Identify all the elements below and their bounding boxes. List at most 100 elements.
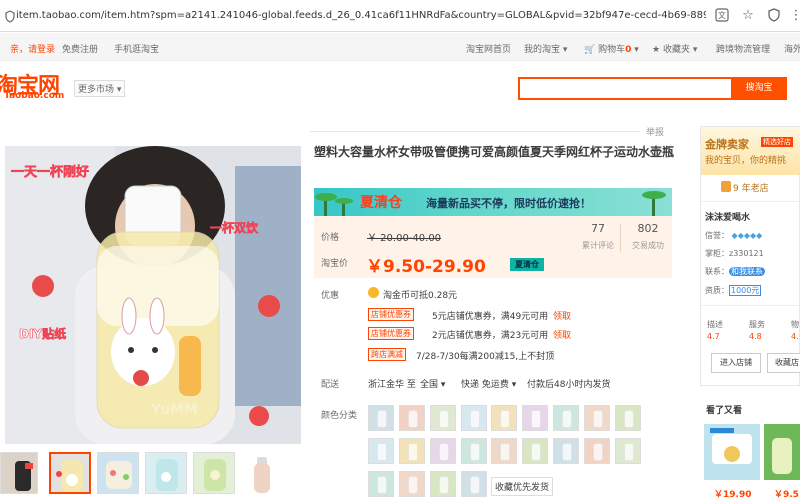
swatch-bottle-shape bbox=[470, 410, 480, 428]
color-swatch[interactable] bbox=[584, 405, 610, 431]
thumbnail[interactable] bbox=[0, 452, 38, 494]
delivery-fee-dropdown[interactable]: 快递 免运费 ▾ bbox=[461, 377, 516, 390]
recommended-item-image[interactable] bbox=[764, 424, 800, 480]
taobao-home-link[interactable]: 淘宝网首页 bbox=[466, 42, 511, 55]
thumbnail-active[interactable] bbox=[49, 452, 91, 494]
deposit-badge[interactable]: 1000元 bbox=[729, 285, 762, 296]
url-field[interactable]: item.taobao.com/item.htm?spm=a2141.24104… bbox=[16, 10, 706, 21]
color-swatch[interactable] bbox=[522, 438, 548, 464]
color-swatch[interactable] bbox=[461, 471, 487, 497]
product-title: 塑料大容量水杯女带吸管便携可爱高颜值夏天季网红杯子运动水壶瓶 bbox=[314, 145, 675, 159]
search-button[interactable]: 搜淘宝 bbox=[731, 77, 787, 100]
swatch-text-option[interactable]: 收藏优先发货 bbox=[491, 477, 554, 496]
recommended-price: ￥19.90 bbox=[714, 490, 752, 500]
dsr-value: 4.8 bbox=[749, 332, 762, 341]
price-label: 价格 bbox=[321, 233, 340, 243]
logistics-link[interactable]: 跨境物流管理 bbox=[716, 42, 770, 55]
svg-text:一杯双饮: 一杯双饮 bbox=[210, 220, 259, 235]
sales-label: 交易成功 bbox=[632, 241, 664, 250]
swatch-bottle-shape bbox=[439, 410, 449, 428]
color-swatch[interactable] bbox=[399, 471, 425, 497]
shield-icon[interactable] bbox=[766, 8, 782, 24]
swatch-bottle-shape bbox=[593, 443, 603, 461]
swatch-bottle-shape bbox=[439, 443, 449, 461]
favorite-shop-button[interactable]: 收藏店 bbox=[767, 353, 800, 373]
seller-tier-sub: 我的宝贝，你的精挑 bbox=[705, 156, 787, 166]
contact-button[interactable]: 和我联系 bbox=[729, 267, 765, 276]
color-swatch[interactable] bbox=[615, 405, 641, 431]
reviews-label: 累计评论 bbox=[582, 241, 614, 250]
dsr-value: 4.7 bbox=[707, 332, 720, 341]
color-swatch[interactable] bbox=[461, 438, 487, 464]
thumbnail[interactable] bbox=[241, 452, 283, 494]
dsr-label: 描述 bbox=[707, 320, 723, 329]
claim-coupon-link[interactable]: 领取 bbox=[553, 309, 571, 322]
color-swatch[interactable] bbox=[368, 471, 394, 497]
dsr-value: 4. bbox=[791, 332, 799, 341]
qualification-label: 资质： bbox=[705, 286, 729, 295]
swatch-bottle-shape bbox=[562, 410, 572, 428]
thumbnail[interactable] bbox=[145, 452, 187, 494]
bookmark-star-icon[interactable]: ☆ bbox=[740, 8, 756, 24]
shop-name[interactable]: 沫沫爱喝水 bbox=[705, 210, 750, 223]
color-swatch[interactable] bbox=[491, 438, 517, 464]
register-link[interactable]: 免费注册 bbox=[62, 42, 98, 55]
thumbnail[interactable] bbox=[97, 452, 139, 494]
swatch-bottle-shape bbox=[593, 410, 603, 428]
shop-age-icon bbox=[721, 181, 731, 192]
credit-diamonds-icon: ◆◆◆◆◆ bbox=[731, 231, 763, 240]
translate-icon[interactable]: 文 bbox=[714, 8, 730, 24]
svg-text:文: 文 bbox=[718, 10, 726, 20]
overseas-link[interactable]: 海外 bbox=[784, 42, 800, 55]
recommended-item-image[interactable] bbox=[704, 424, 760, 480]
swatch-bottle-shape bbox=[624, 443, 634, 461]
login-link[interactable]: 亲，请登录 bbox=[10, 42, 55, 55]
price-promo-tag: 夏清仓 bbox=[510, 258, 544, 271]
color-swatch[interactable] bbox=[553, 405, 579, 431]
my-taobao-link[interactable]: 我的淘宝 ▾ bbox=[524, 42, 567, 55]
enter-shop-button[interactable]: 进入店铺 bbox=[711, 353, 761, 373]
color-swatch[interactable] bbox=[368, 438, 394, 464]
menu-icon[interactable]: ⋮ bbox=[788, 8, 800, 24]
divider bbox=[310, 131, 640, 132]
color-swatch[interactable] bbox=[491, 405, 517, 431]
swatch-bottle-shape bbox=[408, 476, 418, 494]
favorites-link[interactable]: ★ 收藏夹 ▾ bbox=[652, 42, 697, 55]
color-swatch[interactable] bbox=[430, 471, 456, 497]
main-product-image[interactable]: 一天一杯刚好 一杯双饮 DIY贴纸 YuMM bbox=[5, 146, 301, 444]
color-swatch[interactable] bbox=[399, 405, 425, 431]
promo-banner[interactable]: 夏清仓 海量新品买不停，限时低价速抢！ bbox=[314, 188, 672, 216]
color-category-label: 颜色分类 bbox=[321, 411, 358, 421]
qualification-row: 资质： 1000元 bbox=[705, 285, 762, 296]
swatch-bottle-shape bbox=[531, 443, 541, 461]
see-also-title: 看了又看 bbox=[706, 406, 743, 416]
color-swatch[interactable] bbox=[584, 438, 610, 464]
delivery-label: 配送 bbox=[321, 380, 340, 390]
site-info-icon[interactable] bbox=[4, 9, 16, 23]
delivery-region-label: 全国 bbox=[420, 380, 439, 390]
svg-text:一天一杯刚好: 一天一杯刚好 bbox=[11, 164, 89, 180]
color-swatch[interactable] bbox=[522, 405, 548, 431]
color-swatch[interactable] bbox=[615, 438, 641, 464]
report-link[interactable]: 举报 bbox=[646, 125, 664, 138]
claim-coupon-link[interactable]: 领取 bbox=[553, 328, 571, 341]
mobile-taobao-link[interactable]: 手机逛淘宝 bbox=[114, 42, 159, 55]
keeper-row: 掌柜：z330121 bbox=[705, 248, 764, 259]
thumbnail[interactable] bbox=[193, 452, 235, 494]
swatch-bottle-shape bbox=[377, 443, 387, 461]
color-swatch[interactable] bbox=[399, 438, 425, 464]
color-swatch[interactable] bbox=[430, 405, 456, 431]
color-swatch[interactable] bbox=[368, 405, 394, 431]
full-discount-tag: 跨店满减 bbox=[368, 348, 406, 361]
color-swatch[interactable] bbox=[553, 438, 579, 464]
taobao-price-label: 淘宝价 bbox=[321, 259, 349, 269]
color-swatch[interactable] bbox=[461, 405, 487, 431]
dsr-label: 物 bbox=[791, 320, 799, 329]
current-price: ￥9.50-29.90 bbox=[366, 257, 486, 277]
reviews-count[interactable]: 77 bbox=[578, 222, 618, 235]
search-input[interactable] bbox=[518, 77, 731, 100]
more-market-dropdown[interactable]: 更多市场 ▾ bbox=[74, 80, 126, 97]
cart-link[interactable]: 🛒 购物车0 ▾ bbox=[584, 42, 639, 55]
delivery-region-dropdown[interactable]: 全国 ▾ bbox=[420, 377, 445, 390]
color-swatch[interactable] bbox=[430, 438, 456, 464]
